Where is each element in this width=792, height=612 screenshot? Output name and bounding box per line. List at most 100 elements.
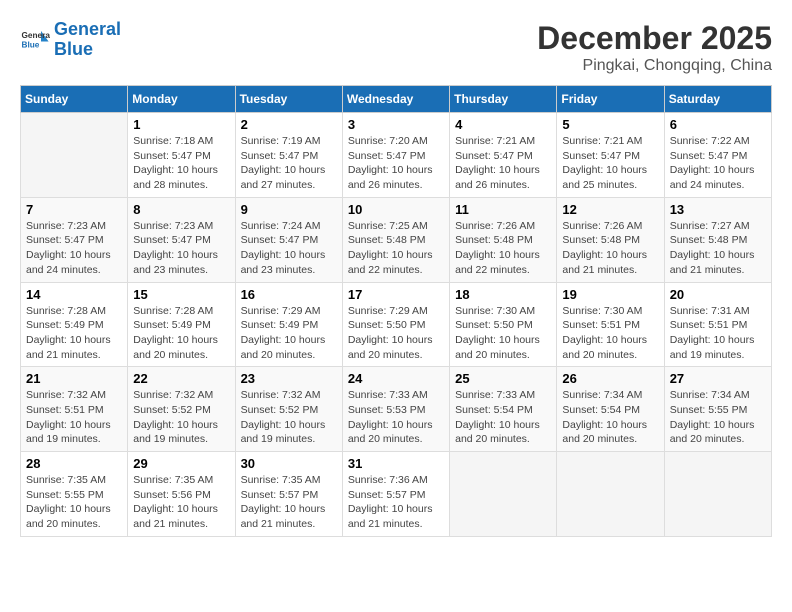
calendar-cell [557, 452, 664, 537]
calendar-cell: 14 Sunrise: 7:28 AM Sunset: 5:49 PM Dayli… [21, 282, 128, 367]
day-number: 13 [670, 202, 766, 217]
day-info: Sunrise: 7:35 AM Sunset: 5:57 PM Dayligh… [241, 473, 337, 532]
day-number: 25 [455, 371, 551, 386]
logo-icon: General Blue [20, 25, 50, 55]
calendar-cell: 28Sunrise: 7:35 AM Sunset: 5:55 PM Dayli… [21, 452, 128, 537]
day-number: 18 [455, 287, 551, 302]
calendar-cell: 19 Sunrise: 7:30 AM Sunset: 5:51 PM Dayli… [557, 282, 664, 367]
page-header: General Blue GeneralBlue December 2025 P… [20, 20, 772, 75]
day-number: 16 [241, 287, 337, 302]
calendar-cell: 1 Sunrise: 7:18 AM Sunset: 5:47 PM Daylig… [128, 113, 235, 198]
day-info: Sunrise: 7:33 AM Sunset: 5:54 PM Dayligh… [455, 388, 551, 447]
calendar-cell: 21Sunrise: 7:32 AM Sunset: 5:51 PM Dayli… [21, 367, 128, 452]
day-number: 3 [348, 117, 444, 132]
calendar-cell: 3 Sunrise: 7:20 AM Sunset: 5:47 PM Daylig… [342, 113, 449, 198]
month-title: December 2025 [537, 20, 772, 57]
day-number: 12 [562, 202, 658, 217]
calendar-cell: 9Sunrise: 7:24 AM Sunset: 5:47 PM Daylig… [235, 197, 342, 282]
day-info: Sunrise: 7:32 AM Sunset: 5:52 PM Dayligh… [241, 388, 337, 447]
day-number: 1 [133, 117, 229, 132]
day-number: 24 [348, 371, 444, 386]
calendar-cell: 12 Sunrise: 7:26 AM Sunset: 5:48 PM Dayli… [557, 197, 664, 282]
day-number: 6 [670, 117, 766, 132]
weekday-header-sunday: Sunday [21, 86, 128, 113]
day-info: Sunrise: 7:36 AM Sunset: 5:57 PM Dayligh… [348, 473, 444, 532]
calendar-cell: 24Sunrise: 7:33 AM Sunset: 5:53 PM Dayli… [342, 367, 449, 452]
calendar-cell: 15 Sunrise: 7:28 AM Sunset: 5:49 PM Dayli… [128, 282, 235, 367]
day-info: Sunrise: 7:19 AM Sunset: 5:47 PM Dayligh… [241, 134, 337, 193]
calendar-cell [664, 452, 771, 537]
day-number: 11 [455, 202, 551, 217]
day-info: Sunrise: 7:26 AM Sunset: 5:48 PM Dayligh… [455, 219, 551, 278]
day-number: 28 [26, 456, 122, 471]
day-number: 14 [26, 287, 122, 302]
day-info: Sunrise: 7:24 AM Sunset: 5:47 PM Dayligh… [241, 219, 337, 278]
day-info: Sunrise: 7:20 AM Sunset: 5:47 PM Dayligh… [348, 134, 444, 193]
week-row-3: 14 Sunrise: 7:28 AM Sunset: 5:49 PM Dayli… [21, 282, 772, 367]
calendar-table: SundayMondayTuesdayWednesdayThursdayFrid… [20, 85, 772, 537]
day-info: Sunrise: 7:22 AM Sunset: 5:47 PM Dayligh… [670, 134, 766, 193]
day-info: Sunrise: 7:32 AM Sunset: 5:51 PM Dayligh… [26, 388, 122, 447]
day-info: Sunrise: 7:26 AM Sunset: 5:48 PM Dayligh… [562, 219, 658, 278]
day-info: Sunrise: 7:30 AM Sunset: 5:51 PM Dayligh… [562, 304, 658, 363]
day-info: Sunrise: 7:32 AM Sunset: 5:52 PM Dayligh… [133, 388, 229, 447]
day-number: 15 [133, 287, 229, 302]
weekday-header-friday: Friday [557, 86, 664, 113]
day-number: 30 [241, 456, 337, 471]
day-info: Sunrise: 7:29 AM Sunset: 5:49 PM Dayligh… [241, 304, 337, 363]
svg-text:Blue: Blue [22, 40, 40, 49]
calendar-cell: 25 Sunrise: 7:33 AM Sunset: 5:54 PM Dayli… [450, 367, 557, 452]
calendar-cell: 29 Sunrise: 7:35 AM Sunset: 5:56 PM Dayli… [128, 452, 235, 537]
calendar-cell: 20 Sunrise: 7:31 AM Sunset: 5:51 PM Dayli… [664, 282, 771, 367]
calendar-cell: 26Sunrise: 7:34 AM Sunset: 5:54 PM Dayli… [557, 367, 664, 452]
day-info: Sunrise: 7:28 AM Sunset: 5:49 PM Dayligh… [133, 304, 229, 363]
day-info: Sunrise: 7:18 AM Sunset: 5:47 PM Dayligh… [133, 134, 229, 193]
calendar-cell: 7 Sunrise: 7:23 AM Sunset: 5:47 PM Daylig… [21, 197, 128, 282]
calendar-cell: 18 Sunrise: 7:30 AM Sunset: 5:50 PM Dayli… [450, 282, 557, 367]
calendar-cell: 27Sunrise: 7:34 AM Sunset: 5:55 PM Dayli… [664, 367, 771, 452]
day-info: Sunrise: 7:27 AM Sunset: 5:48 PM Dayligh… [670, 219, 766, 278]
weekday-header-monday: Monday [128, 86, 235, 113]
day-info: Sunrise: 7:35 AM Sunset: 5:56 PM Dayligh… [133, 473, 229, 532]
day-number: 19 [562, 287, 658, 302]
day-number: 10 [348, 202, 444, 217]
day-info: Sunrise: 7:23 AM Sunset: 5:47 PM Dayligh… [133, 219, 229, 278]
day-number: 29 [133, 456, 229, 471]
calendar-cell: 30 Sunrise: 7:35 AM Sunset: 5:57 PM Dayli… [235, 452, 342, 537]
calendar-cell: 13 Sunrise: 7:27 AM Sunset: 5:48 PM Dayli… [664, 197, 771, 282]
day-number: 2 [241, 117, 337, 132]
calendar-cell: 16 Sunrise: 7:29 AM Sunset: 5:49 PM Dayli… [235, 282, 342, 367]
logo: General Blue GeneralBlue [20, 20, 121, 60]
title-block: December 2025 Pingkai, Chongqing, China [537, 20, 772, 75]
day-number: 17 [348, 287, 444, 302]
day-number: 31 [348, 456, 444, 471]
day-info: Sunrise: 7:21 AM Sunset: 5:47 PM Dayligh… [562, 134, 658, 193]
calendar-cell: 23 Sunrise: 7:32 AM Sunset: 5:52 PM Dayli… [235, 367, 342, 452]
day-number: 4 [455, 117, 551, 132]
day-number: 7 [26, 202, 122, 217]
day-number: 23 [241, 371, 337, 386]
location-subtitle: Pingkai, Chongqing, China [537, 57, 772, 75]
weekday-header-row: SundayMondayTuesdayWednesdayThursdayFrid… [21, 86, 772, 113]
day-info: Sunrise: 7:31 AM Sunset: 5:51 PM Dayligh… [670, 304, 766, 363]
week-row-4: 21Sunrise: 7:32 AM Sunset: 5:51 PM Dayli… [21, 367, 772, 452]
day-info: Sunrise: 7:28 AM Sunset: 5:49 PM Dayligh… [26, 304, 122, 363]
calendar-cell [450, 452, 557, 537]
calendar-cell: 8Sunrise: 7:23 AM Sunset: 5:47 PM Daylig… [128, 197, 235, 282]
logo-text: GeneralBlue [54, 20, 121, 60]
week-row-2: 7 Sunrise: 7:23 AM Sunset: 5:47 PM Daylig… [21, 197, 772, 282]
day-number: 20 [670, 287, 766, 302]
calendar-cell: 17Sunrise: 7:29 AM Sunset: 5:50 PM Dayli… [342, 282, 449, 367]
day-info: Sunrise: 7:23 AM Sunset: 5:47 PM Dayligh… [26, 219, 122, 278]
day-info: Sunrise: 7:34 AM Sunset: 5:55 PM Dayligh… [670, 388, 766, 447]
week-row-1: 1 Sunrise: 7:18 AM Sunset: 5:47 PM Daylig… [21, 113, 772, 198]
day-info: Sunrise: 7:30 AM Sunset: 5:50 PM Dayligh… [455, 304, 551, 363]
calendar-cell: 10Sunrise: 7:25 AM Sunset: 5:48 PM Dayli… [342, 197, 449, 282]
day-info: Sunrise: 7:21 AM Sunset: 5:47 PM Dayligh… [455, 134, 551, 193]
calendar-cell [21, 113, 128, 198]
weekday-header-thursday: Thursday [450, 86, 557, 113]
calendar-cell: 11 Sunrise: 7:26 AM Sunset: 5:48 PM Dayli… [450, 197, 557, 282]
weekday-header-wednesday: Wednesday [342, 86, 449, 113]
calendar-cell: 22Sunrise: 7:32 AM Sunset: 5:52 PM Dayli… [128, 367, 235, 452]
day-number: 26 [562, 371, 658, 386]
